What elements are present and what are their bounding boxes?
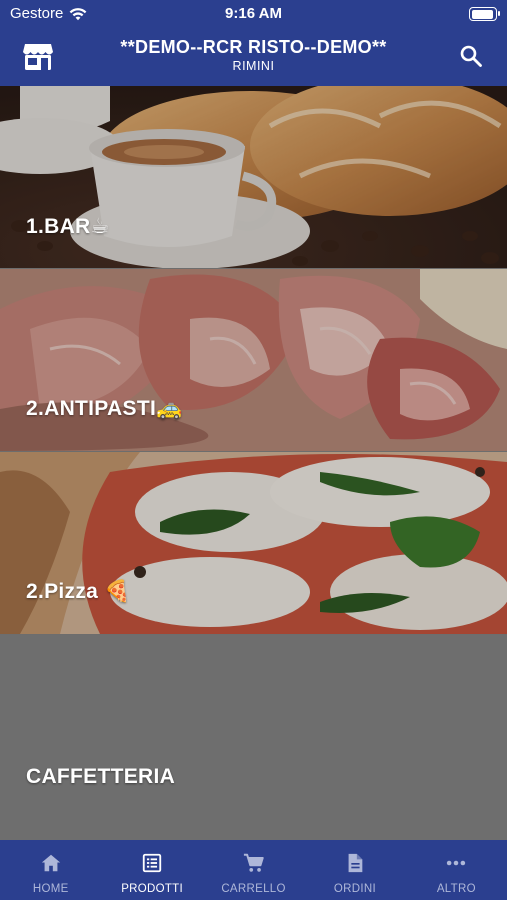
battery-level bbox=[471, 9, 494, 19]
cart-icon bbox=[243, 853, 264, 872]
status-bar: Gestore 9:16 AM bbox=[0, 0, 507, 28]
image-shade bbox=[0, 452, 507, 634]
category-label: CAFFETTERIA bbox=[26, 765, 176, 788]
app-header: **DEMO--RCR RISTO--DEMO** RIMINI bbox=[0, 28, 507, 86]
home-icon bbox=[41, 854, 60, 872]
tab-carrello[interactable]: CARRELLO bbox=[203, 840, 304, 900]
restaurant-name: **DEMO--RCR RISTO--DEMO** bbox=[120, 37, 387, 57]
battery-icon bbox=[469, 7, 500, 21]
tab-home[interactable]: HOME bbox=[0, 840, 101, 900]
category-antipasti[interactable]: 2.ANTIPASTI🚕 bbox=[0, 269, 507, 451]
status-time: 9:16 AM bbox=[225, 5, 282, 22]
tab-label: HOME bbox=[32, 883, 69, 895]
restaurant-city: RIMINI bbox=[232, 59, 275, 73]
tab-label: CARRELLO bbox=[221, 883, 286, 895]
tab-prodotti[interactable]: PRODOTTI bbox=[101, 840, 202, 900]
category-list: 1.BAR☕ 2.ANTIPASTI🚕 2.Pizza 🍕 CAFFETTERI… bbox=[0, 86, 507, 840]
image-shade bbox=[0, 269, 507, 451]
category-label: 2.ANTIPASTI🚕 bbox=[26, 397, 183, 420]
tab-ordini[interactable]: ORDINI bbox=[304, 840, 405, 900]
image-shade bbox=[0, 86, 507, 268]
category-label: 1.BAR☕ bbox=[26, 215, 110, 238]
tab-altro[interactable]: ALTRO bbox=[406, 840, 507, 900]
tab-label: PRODOTTI bbox=[121, 883, 184, 895]
bottom-tab-bar: HOME PRODOTTI CARRELLO ORDINI ALTRO bbox=[0, 840, 507, 900]
list-icon bbox=[142, 853, 162, 873]
document-icon bbox=[348, 853, 363, 873]
search-icon[interactable] bbox=[459, 44, 483, 68]
tab-label: ORDINI bbox=[333, 883, 376, 895]
tab-label: ALTRO bbox=[436, 883, 476, 895]
category-label: 2.Pizza 🍕 bbox=[26, 580, 131, 603]
store-icon[interactable] bbox=[22, 42, 54, 72]
more-icon bbox=[447, 860, 466, 866]
category-caffetteria[interactable]: CAFFETTERIA bbox=[0, 635, 507, 840]
category-pizza[interactable]: 2.Pizza 🍕 bbox=[0, 452, 507, 634]
category-bar[interactable]: 1.BAR☕ bbox=[0, 86, 507, 268]
